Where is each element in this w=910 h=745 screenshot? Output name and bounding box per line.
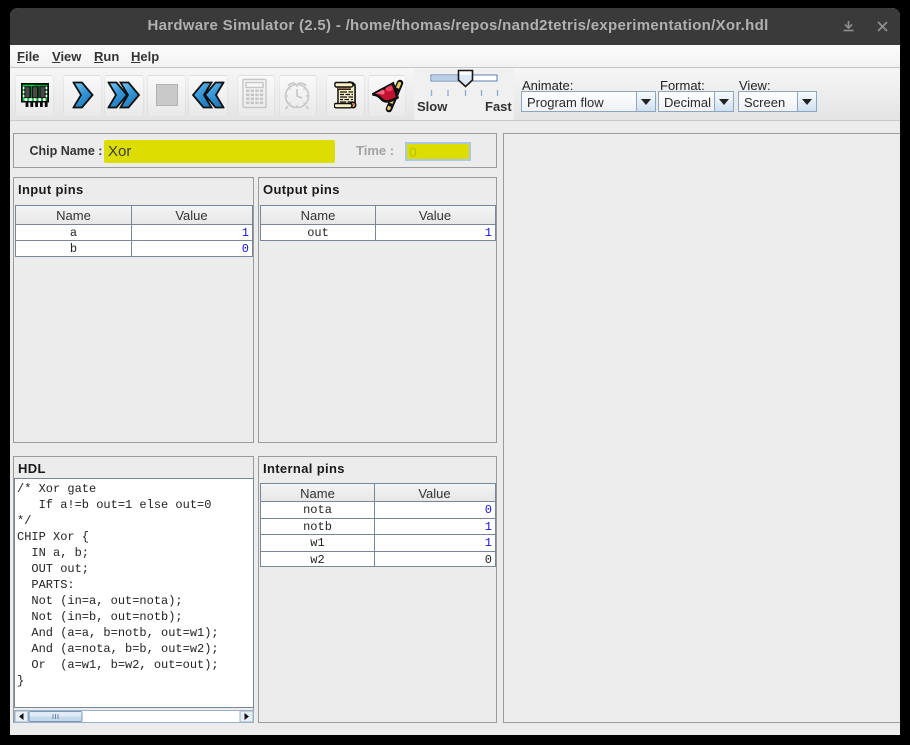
svg-text:Slow: Slow [417, 99, 448, 114]
svg-text:Fast: Fast [485, 99, 512, 114]
